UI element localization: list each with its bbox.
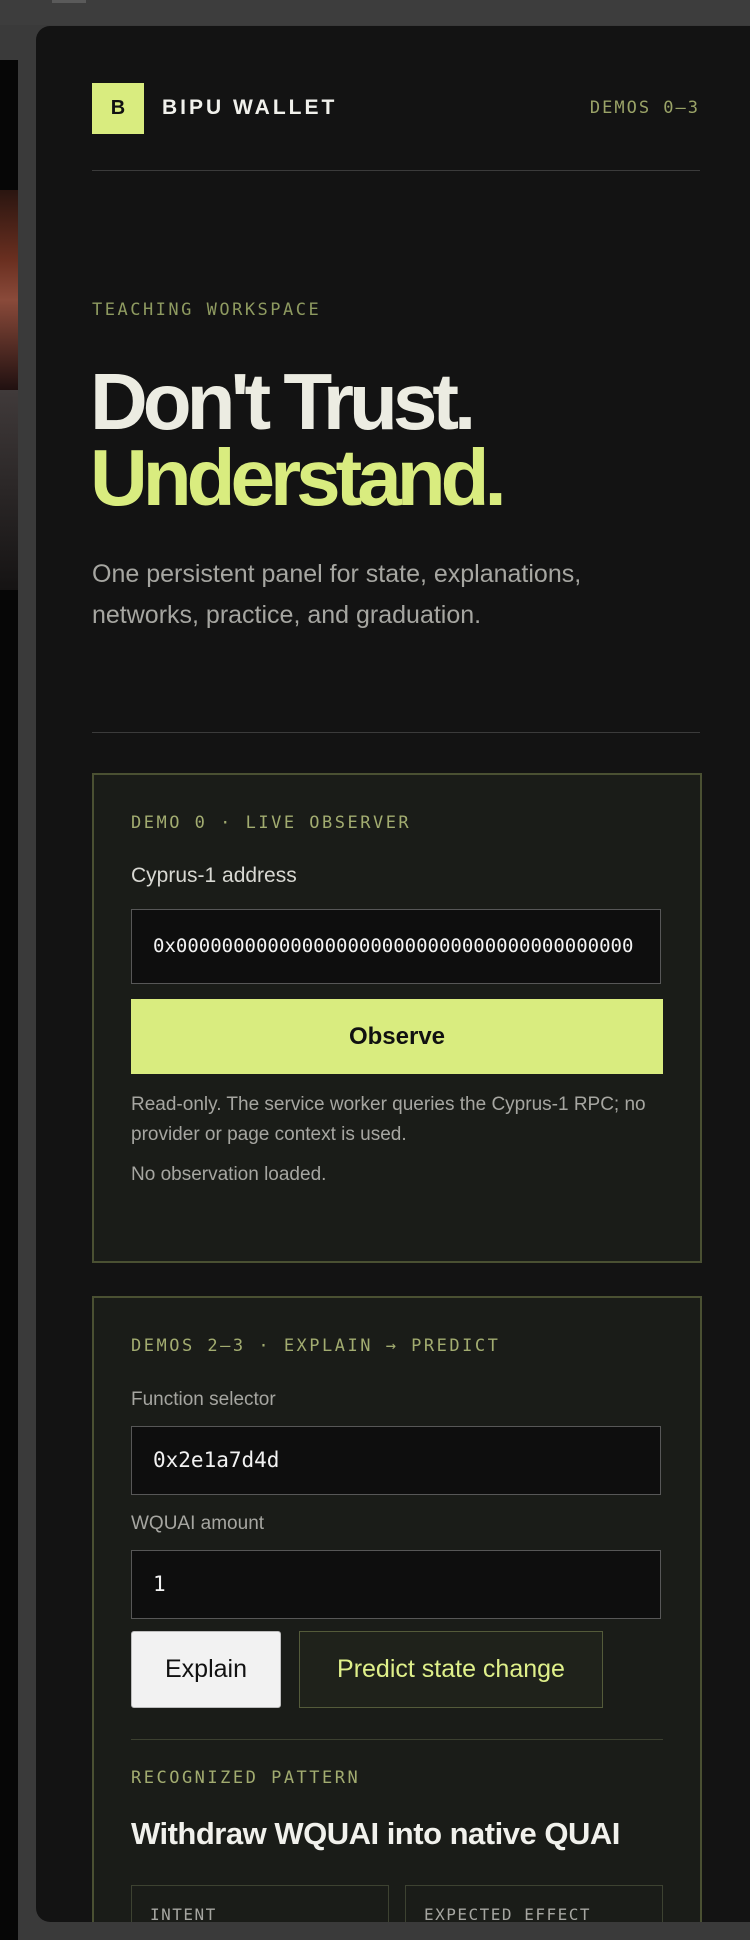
hero-title-line2: Understand.: [90, 433, 507, 522]
pattern-title: Withdraw WQUAI into native QUAI: [131, 1816, 620, 1851]
observation-status: No observation loaded.: [131, 1164, 327, 1185]
background-page: [0, 60, 18, 1940]
section-eyebrow: TEACHING WORKSPACE: [92, 300, 322, 320]
live-observer-card: DEMO 0 · LIVE OBSERVER Cyprus-1 address …: [92, 773, 702, 1263]
logo-badge: B: [92, 83, 144, 134]
background-image-fragment: [0, 390, 18, 590]
observer-note: Read-only. The service worker queries th…: [131, 1094, 646, 1145]
brand-name: BIPU WALLET: [162, 96, 338, 119]
explain-button[interactable]: Explain: [131, 1631, 281, 1708]
predict-button[interactable]: Predict state change: [299, 1631, 603, 1708]
demos-range-label: DEMOS 0–3: [589, 98, 700, 118]
hero-title: Don't Trust. Understand.: [90, 357, 507, 522]
panel-header: B BIPU WALLET DEMOS 0–3: [92, 83, 700, 137]
browser-top-bar: [0, 0, 750, 25]
intent-box: INTENT: [131, 1885, 389, 1922]
observe-button[interactable]: Observe: [131, 999, 663, 1074]
hero-divider: [92, 732, 700, 733]
card-label: DEMO 0 · LIVE OBSERVER: [131, 813, 412, 833]
address-input[interactable]: 0x00000000000000000000000000000000000000…: [131, 909, 661, 984]
intent-label: INTENT: [150, 1905, 217, 1922]
pattern-label: RECOGNIZED PATTERN: [131, 1768, 361, 1788]
hero-title-line1: Don't Trust.: [90, 357, 476, 446]
selector-label: Function selector: [131, 1389, 276, 1410]
hero-lead: One persistent panel for state, explanat…: [92, 560, 582, 629]
header-divider: [92, 170, 700, 171]
background-image-fragment: [0, 190, 18, 390]
wquai-amount-input[interactable]: 1: [131, 1550, 661, 1619]
address-label: Cyprus-1 address: [131, 864, 297, 887]
function-selector-input[interactable]: 0x2e1a7d4d: [131, 1426, 661, 1495]
explain-predict-card: DEMOS 2–3 · EXPLAIN → PREDICT Function s…: [92, 1296, 702, 1922]
card-label: DEMOS 2–3 · EXPLAIN → PREDICT: [131, 1336, 501, 1356]
expected-effect-label: EXPECTED EFFECT: [424, 1905, 591, 1922]
wallet-side-panel: B BIPU WALLET DEMOS 0–3 TEACHING WORKSPA…: [36, 26, 750, 1922]
amount-label: WQUAI amount: [131, 1513, 265, 1534]
tab-stub: [52, 0, 86, 3]
card-divider: [131, 1739, 663, 1740]
expected-effect-box: EXPECTED EFFECT: [405, 1885, 663, 1922]
